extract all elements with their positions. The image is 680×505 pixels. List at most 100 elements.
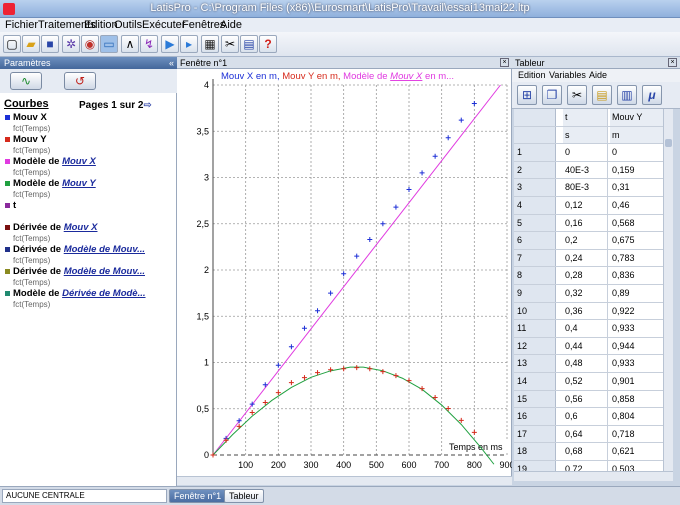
- close-icon[interactable]: ×: [500, 58, 509, 67]
- table-cell[interactable]: 0: [563, 144, 608, 161]
- menu-fichier[interactable]: Fichier: [5, 19, 38, 31]
- paste-icon[interactable]: ▤: [592, 85, 612, 105]
- table-cell[interactable]: 40E-3: [563, 161, 608, 179]
- table-cell[interactable]: 0,503: [610, 461, 663, 471]
- table-cell[interactable]: 0,2: [563, 232, 608, 249]
- table-row[interactable]: 16 0,6 0,804: [514, 408, 663, 426]
- curve-link[interactable]: Mouv X: [64, 222, 98, 233]
- play-icon[interactable]: ▶: [161, 35, 179, 53]
- table-horizontal-scrollbar[interactable]: [514, 471, 673, 481]
- table-cell[interactable]: 0,31: [610, 179, 663, 196]
- table-cell[interactable]: 0,68: [563, 443, 608, 460]
- table-icon[interactable]: ▥: [617, 85, 637, 105]
- record-icon[interactable]: ◉: [81, 35, 99, 53]
- table-row[interactable]: 8 0,28 0,836: [514, 267, 663, 285]
- table-cell[interactable]: 0,933: [610, 355, 663, 372]
- table-cell[interactable]: 0,32: [563, 285, 608, 302]
- curve-link[interactable]: Modèle de Mouv...: [64, 244, 145, 255]
- screen-icon[interactable]: ▭: [100, 35, 118, 53]
- table-row[interactable]: 100: [514, 144, 663, 162]
- table-cell[interactable]: 0,28: [563, 267, 608, 284]
- table-cell[interactable]: s: [563, 126, 608, 144]
- table-cell[interactable]: 0,718: [610, 426, 663, 443]
- copy-icon[interactable]: ❐: [542, 85, 562, 105]
- legend-link[interactable]: Mouv X: [390, 71, 423, 82]
- curve-link[interactable]: Modèle de Mouv...: [64, 266, 145, 277]
- table-cell[interactable]: 0,48: [563, 355, 608, 372]
- table-cell[interactable]: 0,89: [610, 285, 663, 302]
- save-icon[interactable]: ■: [41, 35, 59, 53]
- table-cell[interactable]: 0,4: [563, 320, 608, 337]
- table-menu-aide[interactable]: Aide: [589, 70, 607, 80]
- table-cell[interactable]: 0: [610, 144, 663, 161]
- table-cell[interactable]: 0,12: [563, 197, 608, 214]
- table-cell[interactable]: 0,24: [563, 249, 608, 267]
- curve-link[interactable]: Mouv Y: [62, 178, 96, 189]
- table-cell[interactable]: 0,36: [563, 302, 608, 320]
- table-cell[interactable]: 0,858: [610, 391, 663, 408]
- table-row[interactable]: 7 0,24 0,783: [514, 249, 663, 268]
- table-row[interactable]: 9 0,32 0,89: [514, 285, 663, 303]
- close-icon[interactable]: ×: [668, 58, 677, 67]
- table-cell[interactable]: 0,16: [563, 214, 608, 232]
- table-cell[interactable]: 0,568: [610, 215, 663, 232]
- table-cell[interactable]: 0,836: [610, 267, 663, 284]
- table-row[interactable]: 14 0,52 0,901: [514, 373, 663, 391]
- collapse-icon[interactable]: «: [169, 57, 174, 69]
- table-cell[interactable]: 0,675: [610, 232, 663, 249]
- menu-fenetres[interactable]: Fenêtres: [182, 19, 225, 31]
- mu-icon[interactable]: μ: [642, 85, 662, 105]
- open-folder-icon[interactable]: ▰: [22, 35, 40, 53]
- modeling-icon[interactable]: ↯: [140, 35, 158, 53]
- graph-horizontal-scrollbar[interactable]: [177, 476, 512, 485]
- refresh-button[interactable]: ↺: [64, 72, 96, 90]
- menu-aide[interactable]: Aide: [220, 19, 242, 31]
- table-menu-variables[interactable]: Variables: [549, 70, 586, 80]
- table-row[interactable]: 13 0,48 0,933: [514, 355, 663, 373]
- table-cell[interactable]: 0,783: [610, 250, 663, 267]
- graph-area[interactable]: Mouv X en m, Mouv Y en m, Modèle de Mouv…: [177, 69, 512, 485]
- curve-icon[interactable]: ∧: [121, 35, 139, 53]
- table-cell[interactable]: 0,44: [563, 337, 608, 355]
- tab-fenetre-1[interactable]: Fenêtre n°1: [169, 489, 227, 503]
- table-row[interactable]: 5 0,16 0,568: [514, 214, 663, 233]
- calculator-icon[interactable]: ▦: [201, 35, 219, 53]
- table-row[interactable]: 10 0,36 0,922: [514, 302, 663, 321]
- table-cell[interactable]: 0,804: [610, 408, 663, 425]
- table-cell[interactable]: 0,52: [563, 373, 608, 390]
- table-cell[interactable]: m: [610, 126, 663, 144]
- table-cell[interactable]: 0,64: [563, 425, 608, 443]
- table-header-row[interactable]: t Mouv Y: [514, 109, 663, 127]
- chart[interactable]: Mouv X en m, Mouv Y en m, Modèle de Mouv…: [177, 69, 512, 475]
- curve-link[interactable]: Mouv X: [62, 156, 96, 167]
- table-row[interactable]: 17 0,64 0,718: [514, 425, 663, 444]
- table-row[interactable]: 3 80E-3 0,31: [514, 179, 663, 197]
- curve-item[interactable]: Modèle de Mouv Xfct(Temps): [5, 156, 177, 177]
- table-cell[interactable]: Mouv Y: [610, 109, 663, 126]
- curve-item[interactable]: Modèle de Dérivée de Modè... fct(Temps): [5, 288, 177, 309]
- table-row[interactable]: 4 0,12 0,46: [514, 197, 663, 215]
- table-row[interactable]: 12 0,44 0,944: [514, 337, 663, 356]
- table-vertical-scrollbar[interactable]: [663, 109, 673, 471]
- table-header-row[interactable]: sm: [514, 126, 663, 145]
- table-cell[interactable]: t: [563, 109, 608, 126]
- table-cell[interactable]: 0,159: [610, 162, 663, 179]
- table-cell[interactable]: 0,922: [610, 303, 663, 320]
- table-cell[interactable]: 0,6: [563, 408, 608, 425]
- curve-toggle-button[interactable]: ∿: [10, 72, 42, 90]
- curve-item[interactable]: t: [5, 200, 177, 211]
- table-row[interactable]: 19 0,72 0,503: [514, 461, 663, 471]
- table-row[interactable]: 6 0,2 0,675: [514, 232, 663, 250]
- table-row[interactable]: 2 40E-3 0,159: [514, 161, 663, 180]
- table-cell[interactable]: 0,56: [563, 390, 608, 408]
- menu-executer[interactable]: Exécuter: [142, 19, 185, 31]
- curve-link[interactable]: Dérivée de Modè...: [62, 288, 145, 299]
- curve-item[interactable]: Dérivée de Modèle de Mouv... fct(Temps): [5, 266, 177, 287]
- next-page-icon[interactable]: ⇨: [143, 100, 151, 111]
- table-menu-edition[interactable]: Edition: [518, 70, 546, 80]
- curve-item[interactable]: Modèle de Mouv Yfct(Temps): [5, 178, 177, 199]
- curve-item[interactable]: Dérivée de Modèle de Mouv... fct(Temps): [5, 244, 177, 265]
- table-row[interactable]: 11 0,4 0,933: [514, 320, 663, 338]
- table-cell[interactable]: 0,933: [610, 320, 663, 337]
- table-cell[interactable]: 0,901: [610, 373, 663, 390]
